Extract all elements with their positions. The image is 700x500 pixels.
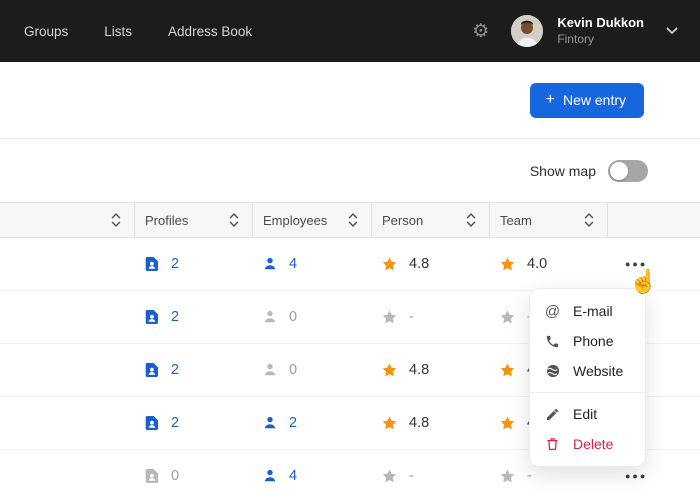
sort-icon[interactable] [584,212,594,228]
header-cell-actions [607,203,700,237]
menu-item-phone[interactable]: Phone [530,326,645,356]
star-icon [499,256,516,273]
sort-icon[interactable] [111,212,121,228]
cell-profiles: 2 [134,238,252,290]
user-org: Fintory [557,32,644,47]
profile-doc-icon [144,468,160,484]
profile-doc-icon [144,415,160,431]
cell-actions: ●●● [607,238,700,290]
header-cell-employees[interactable]: Employees [252,203,371,237]
star-icon [499,415,516,432]
star-icon [381,415,398,432]
star-icon [381,309,398,326]
cell-employees: 0 [252,344,371,396]
pencil-icon [544,407,561,422]
new-entry-label: New entry [563,92,626,108]
show-map-toggle[interactable] [608,160,648,182]
cell-profiles: 2 [134,344,252,396]
main-nav: Groups Lists Address Book [24,24,252,39]
phone-icon [544,334,561,349]
chevron-down-icon[interactable] [666,27,678,35]
cell-person-rating: 4.8 [371,238,489,290]
row-context-menu: @E-mail Phone Website Edit Delete [529,288,646,467]
cell-name [0,291,134,343]
star-icon [499,309,516,326]
cell-employees: 4 [252,450,371,500]
show-map-label: Show map [530,163,596,179]
gear-icon[interactable]: ⚙ [472,22,489,41]
table-header: Profiles Employees Person Team [0,202,700,238]
cell-profiles: 0 [134,450,252,500]
cell-profiles: 2 [134,291,252,343]
sort-icon[interactable] [229,212,239,228]
person-icon [262,468,278,484]
row-actions-button[interactable]: ●●● [623,465,649,487]
cell-name [0,450,134,500]
cell-name [0,238,134,290]
star-icon [499,468,516,485]
cell-person-rating: 4.8 [371,397,489,449]
cell-employees: 4 [252,238,371,290]
menu-item-email[interactable]: @E-mail [530,296,645,326]
cell-person-rating: 4.8 [371,344,489,396]
cell-name [0,344,134,396]
person-icon [262,256,278,272]
person-icon [262,309,278,325]
globe-icon [544,363,561,379]
cell-profiles: 2 [134,397,252,449]
profile-doc-icon [144,309,160,325]
user-area: ⚙ Kevin Dukkon Fintory [472,15,678,47]
menu-divider [530,392,645,393]
nav-item-lists[interactable]: Lists [104,24,132,39]
person-icon [262,415,278,431]
person-icon [262,362,278,378]
nav-item-groups[interactable]: Groups [24,24,68,39]
profile-doc-icon [144,362,160,378]
toolbar-section: + New entry [0,62,700,139]
avatar[interactable] [511,15,543,47]
profile-doc-icon [144,256,160,272]
sort-icon[interactable] [348,212,358,228]
map-toggle-section: Show map [0,139,700,202]
user-name: Kevin Dukkon [557,15,644,31]
header-cell-blank[interactable] [0,203,134,237]
nav-item-address-book[interactable]: Address Book [168,24,252,39]
cell-name [0,397,134,449]
cell-employees: 2 [252,397,371,449]
trash-icon [544,436,561,452]
row-actions-button[interactable]: ●●● [623,253,649,275]
top-navbar: Groups Lists Address Book ⚙ Kevin Dukkon… [0,0,700,62]
star-icon [381,362,398,379]
table-row[interactable]: 2 4 4.8 4.0 ●●● [0,238,700,291]
cell-team-rating: 4.0 [489,238,607,290]
star-icon [499,362,516,379]
plus-icon: + [546,92,555,108]
toggle-knob [610,162,628,180]
app-window: Groups Lists Address Book ⚙ Kevin Dukkon… [0,0,700,500]
cell-person-rating: - [371,450,489,500]
avatar-photo [511,15,543,47]
at-icon: @ [544,303,561,320]
cell-person-rating: - [371,291,489,343]
menu-item-website[interactable]: Website [530,356,645,386]
star-icon [381,256,398,273]
new-entry-button[interactable]: + New entry [530,83,644,118]
star-icon [381,468,398,485]
cell-employees: 0 [252,291,371,343]
menu-item-edit[interactable]: Edit [530,399,645,429]
menu-item-delete[interactable]: Delete [530,429,645,459]
user-meta[interactable]: Kevin Dukkon Fintory [557,15,644,46]
header-cell-profiles[interactable]: Profiles [134,203,252,237]
header-cell-person[interactable]: Person [371,203,489,237]
sort-icon[interactable] [466,212,476,228]
header-cell-team[interactable]: Team [489,203,607,237]
